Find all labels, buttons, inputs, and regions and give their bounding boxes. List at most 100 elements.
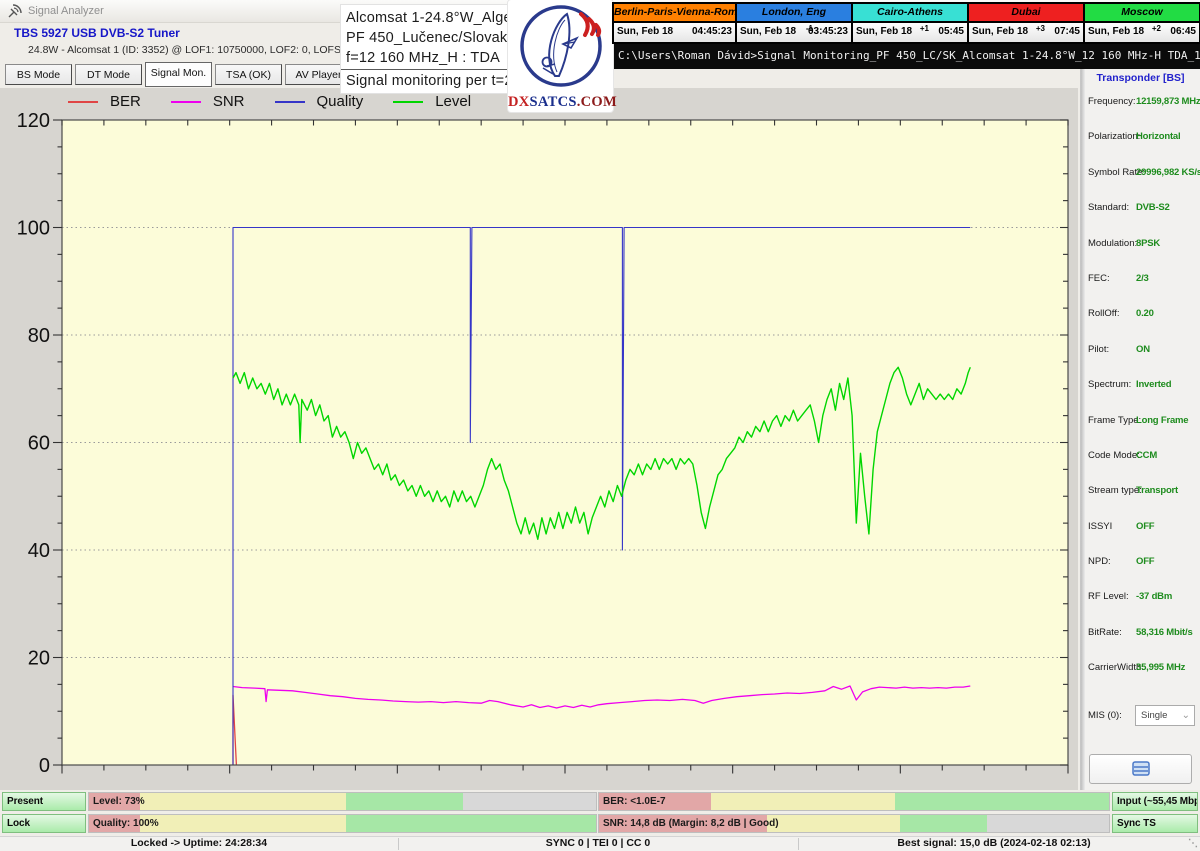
- clock-city-label: Moscow: [1085, 4, 1199, 23]
- clock-time: 04:45:23: [692, 26, 732, 37]
- param-value: Horizontal: [1136, 131, 1180, 142]
- clock-moscow: Moscow Sun, Feb 18 +2 06:45: [1085, 4, 1199, 42]
- transponder-row-frame-type: Frame Type:Long Frame: [1081, 404, 1200, 439]
- transponder-row-rf-level: RF Level:-37 dBm: [1081, 580, 1200, 615]
- tabs-row: BS ModeDT ModeSignal Mon.TSA (OK)AV Play…: [5, 64, 352, 87]
- progress-bar-label: BER: <1.0E-7: [603, 793, 666, 810]
- progress-segment: [346, 793, 463, 810]
- clock-city-label: London, Eng: [737, 4, 851, 23]
- clock-date: Sun, Feb 18: [972, 26, 1028, 37]
- mis-value: Single: [1141, 710, 1167, 721]
- transponder-row-frequency: Frequency:12159,873 MHz: [1081, 85, 1200, 120]
- statusbar: Locked -> Uptime: 24:28:34 SYNC 0 | TEI …: [0, 836, 1200, 851]
- y-axis-label: 100: [17, 218, 50, 240]
- antenna-location: PF 450_Lučenec/Slovakia: [346, 28, 509, 48]
- y-axis-label: 40: [28, 540, 50, 562]
- logo-text: DXSATCS.COM: [508, 94, 613, 111]
- signal-chart: 020406080100120: [0, 88, 1078, 790]
- divider: [341, 69, 511, 70]
- transponder-row-bitrate: BitRate:58,316 Mbit/s: [1081, 616, 1200, 651]
- y-axis-label: 80: [28, 325, 50, 347]
- progress-bar-label: Quality: 100%: [93, 815, 159, 832]
- clock-city-label: Berlin-Paris-Vienna-Roma: [614, 4, 735, 23]
- param-value: 29996,982 KS/s: [1136, 167, 1200, 178]
- stream-tool-button[interactable]: [1089, 754, 1192, 784]
- legend-label: BER: [110, 93, 141, 110]
- logo-text-satcs: SATCS: [530, 94, 577, 110]
- param-label: Standard:: [1088, 202, 1129, 213]
- statusbar-uptime: Locked -> Uptime: 24:28:34: [0, 837, 398, 851]
- satellite-logo-icon: [515, 0, 607, 92]
- logo-text-com: .COM: [577, 94, 617, 110]
- status-badge-lock: Lock: [2, 814, 86, 833]
- status-badge-present: Present: [2, 792, 86, 811]
- signal-analyzer-window: { "window": { "title": "Signal Analyzer"…: [0, 0, 1200, 850]
- chart-legend: BER SNR Quality Level: [68, 93, 471, 110]
- transponder-header: Transponder [BS]: [1081, 72, 1200, 84]
- frequency-line: f=12 160 MHz_H : TDA: [346, 48, 509, 68]
- legend-line-swatch: [393, 101, 423, 103]
- statusbar-sync: SYNC 0 | TEI 0 | CC 0: [398, 837, 798, 851]
- clock-date: Sun, Feb 18: [740, 26, 796, 37]
- legend-line-swatch: [68, 101, 98, 103]
- legend-label: SNR: [213, 93, 245, 110]
- monitoring-info-box: Alcomsat 1-24.8°W_Algeria PF 450_Lučenec…: [341, 5, 511, 93]
- param-label: Modulation:: [1088, 238, 1137, 249]
- progress-segment: [767, 815, 900, 832]
- legend-label: Level: [435, 93, 471, 110]
- clock-time: 05:45: [938, 26, 964, 37]
- legend-item-snr: SNR: [171, 93, 245, 110]
- y-axis-label: 0: [39, 755, 50, 777]
- transponder-row-spectrum: Spectrum: Inverted: [1081, 368, 1200, 403]
- transponder-row-polarization: Polarization:Horizontal: [1081, 120, 1200, 155]
- transponder-row-code-mode: Code Mode:CCM: [1081, 439, 1200, 474]
- clock-utc-offset: +3: [1036, 24, 1045, 33]
- transponder-row-standard: Standard: DVB-S2: [1081, 191, 1200, 226]
- param-label: Stream type:: [1088, 485, 1142, 496]
- legend-item-ber: BER: [68, 93, 141, 110]
- legend-item-level: Level: [393, 93, 471, 110]
- clock-time-display: Sun, Feb 18+105:45: [853, 23, 967, 42]
- status-row-2: LockQuality: 100%SNR: 14,8 dB (Margin: 8…: [0, 814, 1200, 834]
- clock-city-label: Dubai: [969, 4, 1083, 23]
- param-value: ON: [1136, 344, 1150, 355]
- progress-segment: [346, 815, 596, 832]
- resize-grip[interactable]: ⋱: [1188, 838, 1198, 849]
- monitoring-period: Signal monitoring per t=24h: [346, 71, 509, 91]
- param-value: Long Frame: [1136, 415, 1188, 426]
- transponder-row-npd: NPD:OFF: [1081, 545, 1200, 580]
- legend-line-swatch: [275, 101, 305, 103]
- tab-signal-mon[interactable]: Signal Mon.: [145, 62, 212, 87]
- param-label: FEC:: [1088, 273, 1110, 284]
- clock-london-eng: London, EngSun, Feb 18-103:45:23: [737, 4, 853, 42]
- chevron-down-icon: ⌄: [1182, 706, 1190, 725]
- clock-cairo-athens: Cairo-AthensSun, Feb 18+105:45: [853, 4, 969, 42]
- chart-panel: BERSNRQualityLevel 020406080100120: [0, 88, 1078, 790]
- clock-time: 07:45: [1054, 26, 1080, 37]
- clock-utc-offset: +2: [1152, 24, 1161, 33]
- clock-date: Sun, Feb 18: [1088, 26, 1144, 37]
- transponder-row-issyi: ISSYIOFF: [1081, 510, 1200, 545]
- param-value: DVB-S2: [1136, 202, 1170, 213]
- param-label: Polarization:: [1088, 131, 1140, 142]
- param-value: 35,995 MHz: [1136, 662, 1185, 673]
- param-value: CCM: [1136, 450, 1157, 461]
- clock-dubai: Dubai Sun, Feb 18 +3 07:45: [969, 4, 1085, 42]
- transponder-rows: Frequency:12159,873 MHzPolarization:Hori…: [1081, 85, 1200, 687]
- clock-time-display: Sun, Feb 18 04:45:23: [614, 23, 735, 42]
- clock-time: 06:45: [1170, 26, 1196, 37]
- mis-row: MIS (0): Single ⌄: [1081, 704, 1200, 728]
- table-icon: [1132, 761, 1150, 776]
- transponder-row-fec: FEC:2/3: [1081, 262, 1200, 297]
- tab-dt-mode[interactable]: DT Mode: [75, 64, 142, 85]
- mis-dropdown[interactable]: Single ⌄: [1135, 705, 1195, 726]
- tab-tsa-ok[interactable]: TSA (OK): [215, 64, 282, 85]
- clock-time-display: Sun, Feb 18-103:45:23: [737, 23, 851, 42]
- transponder-row-modulation: Modulation:8PSK: [1081, 227, 1200, 262]
- clock-date: Sun, Feb 18: [617, 26, 673, 37]
- param-label: RollOff:: [1088, 308, 1120, 319]
- tab-bs-mode[interactable]: BS Mode: [5, 64, 72, 85]
- param-value: Inverted: [1136, 379, 1171, 390]
- legend-label: Quality: [317, 93, 364, 110]
- param-label: Spectrum:: [1088, 379, 1131, 390]
